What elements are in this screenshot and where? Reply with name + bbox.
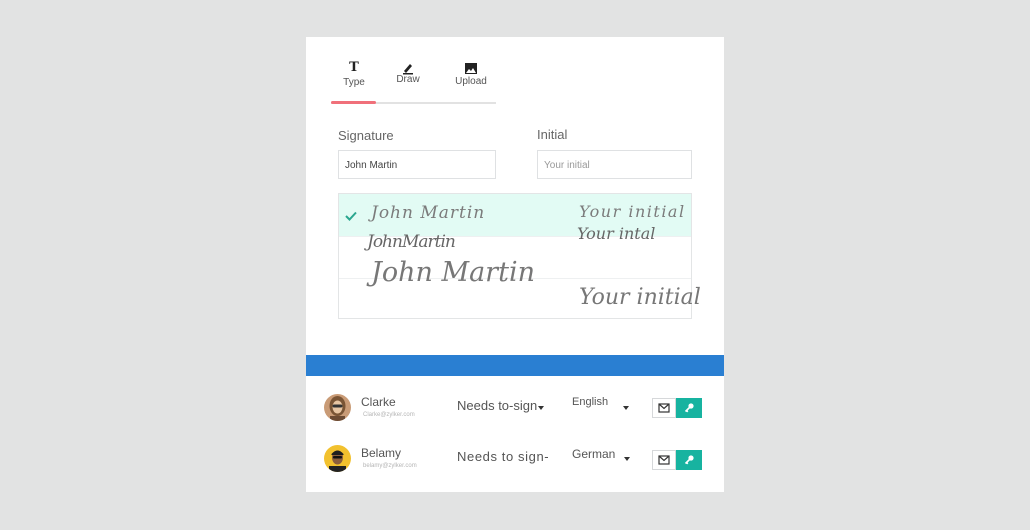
key-icon [684, 403, 694, 413]
initial-label: Initial [537, 127, 568, 142]
role-dropdown[interactable]: Needs to sign- [457, 449, 549, 464]
chevron-down-icon[interactable] [538, 406, 544, 410]
tab-type[interactable]: T Type [329, 60, 379, 89]
signature-preview: JohnMartin [367, 232, 456, 252]
language-dropdown[interactable]: English [572, 396, 608, 408]
initial-preview: Your intal [577, 224, 656, 243]
avatar [324, 394, 351, 421]
tab-draw-label: Draw [396, 74, 420, 85]
signature-panel: T Type Draw Upload Signature John Martin… [306, 37, 724, 355]
image-icon [446, 61, 496, 75]
language-dropdown[interactable]: German [572, 447, 615, 461]
signature-input[interactable]: John Martin [338, 150, 496, 179]
signature-option-3[interactable]: John Martin Your initial [339, 257, 701, 320]
recipient-name: Clarke [361, 395, 396, 409]
recipient-email: Clarke@zylker.com [363, 412, 415, 418]
check-icon [345, 208, 357, 226]
tab-draw[interactable]: Draw [383, 61, 433, 85]
type-icon: T [349, 60, 359, 75]
tab-upload-label: Upload [455, 76, 487, 87]
email-button[interactable] [652, 398, 676, 418]
initial-preview: Your initial [579, 285, 701, 310]
recipients-panel: Clarke Clarke@zylker.com Needs to-sign E… [306, 376, 724, 492]
chevron-down-icon[interactable] [623, 406, 629, 410]
active-tab-indicator [331, 101, 376, 104]
key-icon [684, 455, 694, 465]
avatar [324, 445, 351, 472]
recipient-row: Belamy belamy@zylker.com Needs to sign- … [306, 445, 724, 485]
blue-header-bar [306, 355, 724, 376]
access-code-button[interactable] [676, 398, 702, 418]
initial-input[interactable]: Your initial [537, 150, 692, 179]
signature-tabs: T Type Draw Upload [331, 61, 496, 105]
signature-label: Signature [338, 128, 394, 143]
signature-preview: John Martin [371, 257, 535, 288]
mail-icon [658, 403, 670, 413]
role-dropdown[interactable]: Needs to-sign [457, 398, 537, 413]
tab-type-label: Type [343, 77, 365, 88]
tab-upload[interactable]: Upload [446, 61, 496, 87]
signature-preview: John Martin [371, 203, 486, 223]
mail-icon [658, 455, 670, 465]
chevron-down-icon[interactable] [624, 457, 630, 461]
pen-icon [383, 61, 433, 75]
access-code-button[interactable] [676, 450, 702, 470]
initial-preview: Your initial [579, 202, 686, 221]
recipient-email: belamy@zylker.com [363, 463, 417, 469]
signature-style-list: John Martin Your initial JohnMartin Your… [338, 193, 701, 320]
recipient-name: Belamy [361, 446, 402, 460]
recipient-row: Clarke Clarke@zylker.com Needs to-sign E… [306, 394, 724, 434]
email-button[interactable] [652, 450, 676, 470]
